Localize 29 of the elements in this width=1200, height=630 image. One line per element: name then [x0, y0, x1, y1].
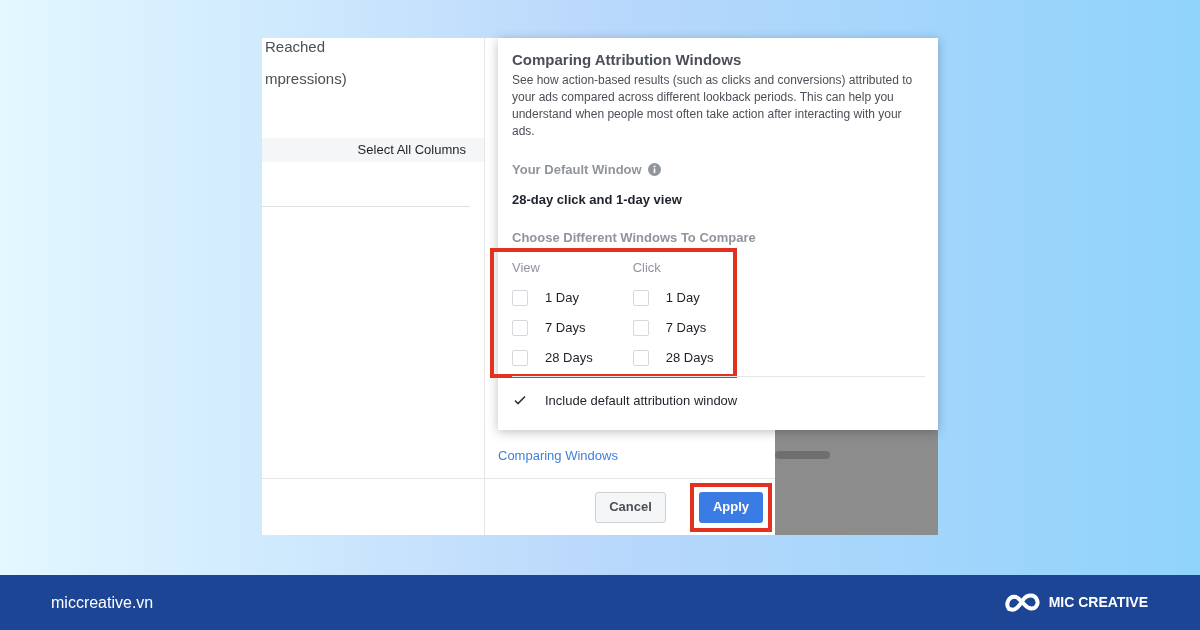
checkbox[interactable] — [512, 349, 528, 366]
option-label: 28 Days — [545, 349, 593, 366]
checkbox[interactable] — [632, 289, 649, 306]
checkbox[interactable] — [632, 349, 649, 366]
popover-description: See how action-based results (such as clicks and conversions) attributed to your ads compared across different lookback periods. This can help you understand when people most often take action after interacting with your ads. — [512, 72, 914, 140]
comparing-windows-link[interactable]: Comparing Windows — [498, 445, 775, 465]
select-all-row[interactable]: Select All Columns — [262, 138, 484, 162]
cancel-button[interactable]: Cancel — [595, 491, 666, 523]
option-label: 1 Day — [545, 289, 579, 306]
section-label: Choose Different Windows To Compare — [512, 229, 757, 246]
option-label: 1 Day — [665, 289, 700, 306]
brand-name: MIC CREATIVE — [1048, 593, 1148, 612]
option-label: 7 Days — [545, 319, 586, 336]
website-address: miccreative.vn — [51, 592, 154, 613]
section-label: Your Default Window — [512, 161, 642, 179]
info-icon[interactable] — [647, 163, 661, 177]
default-window-value: 28-day click and 1-day view — [512, 191, 683, 208]
option-label: 7 Days — [665, 319, 707, 336]
option-label: Include default attribution window — [545, 391, 738, 410]
checkbox[interactable] — [512, 319, 528, 336]
popover-title: Comparing Attribution Windows — [512, 51, 743, 69]
apply-button[interactable]: Apply — [698, 491, 763, 523]
option-label: 28 Days — [665, 349, 714, 366]
checkbox[interactable] — [512, 289, 528, 306]
column-option: Reached — [265, 38, 484, 56]
column-option: mpressions) — [265, 70, 484, 88]
column-heading: Click — [632, 259, 662, 276]
column-heading: View — [512, 259, 541, 276]
checkbox[interactable] — [632, 319, 649, 336]
